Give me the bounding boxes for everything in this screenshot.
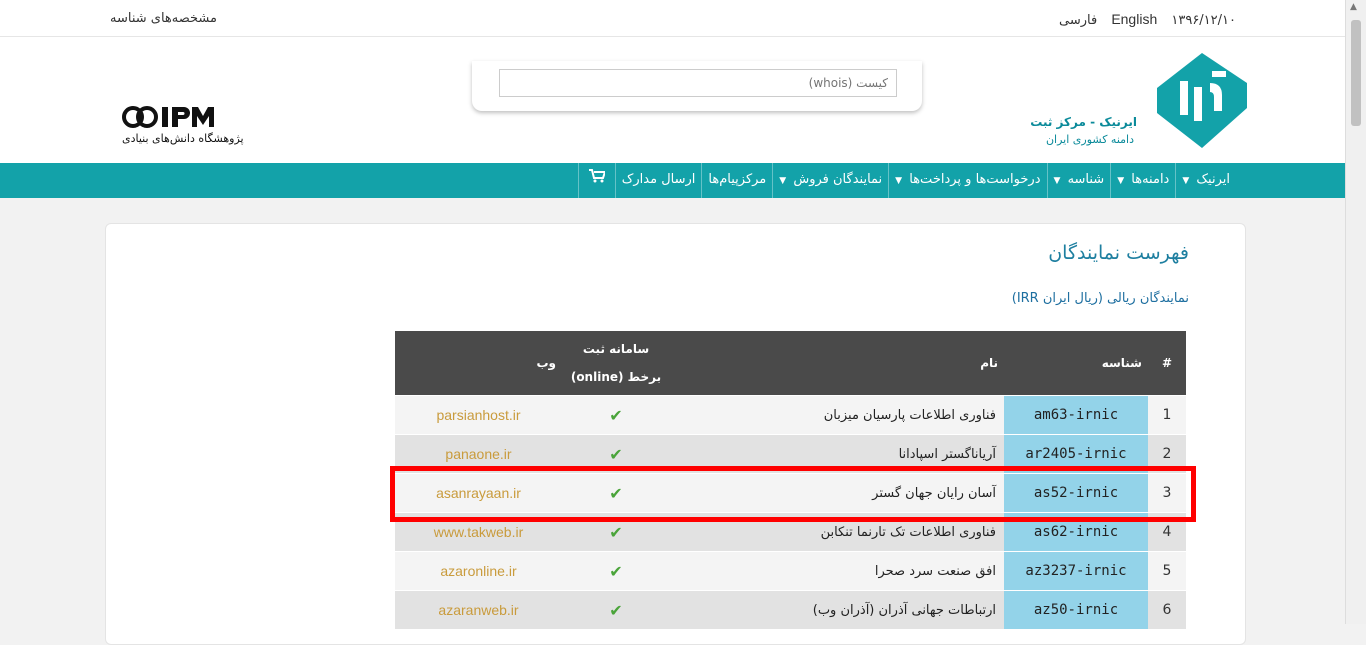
table-header-row: # شناسه نام سامانه ثبت برخط (online) وب [395, 331, 1186, 396]
lang-en-link[interactable]: English [1111, 11, 1157, 27]
row-name: فناوری اطلاعات پارسیان میزبان [670, 395, 1004, 435]
table-row: 3 as52-irnic آسان رایان جهان گستر ✔ asan… [395, 473, 1186, 513]
row-name: فناوری اطلاعات تک تارنما تنکابن [670, 512, 1004, 552]
caret-down-icon: ▼ [779, 176, 787, 186]
row-web-link[interactable]: azaranweb.ir [395, 590, 562, 629]
row-num: 2 [1148, 434, 1186, 474]
caret-down-icon: ▼ [1053, 176, 1061, 186]
top-right: فارسی English ۱۳۹۶/۱۲/۱۰ [1049, 11, 1236, 28]
row-id: az50-irnic [1004, 590, 1148, 629]
main-nav: ایرنیک ▼ دامنه‌ها ▼ شناسه ▼ درخواست‌ها و… [0, 163, 1346, 198]
scroll-thumb[interactable] [1351, 20, 1361, 126]
row-num: 5 [1148, 551, 1186, 591]
nav-irnic[interactable]: ایرنیک ▼ [1175, 163, 1236, 198]
row-name: آریاناگستر اسپادانا [670, 434, 1004, 474]
nav-domains[interactable]: دامنه‌ها ▼ [1110, 163, 1175, 198]
row-name: افق صنعت سرد صحرا [670, 551, 1004, 591]
account-link[interactable]: مشخصه‌های شناسه [110, 11, 217, 26]
row-id: am63-irnic [1004, 395, 1148, 435]
row-web-link[interactable]: www.takweb.ir [395, 512, 562, 552]
resellers-table: # شناسه نام سامانه ثبت برخط (online) وب … [395, 331, 1186, 629]
nav-resellers[interactable]: نمایندگان فروش ▼ [772, 163, 888, 198]
current-date: ۱۳۹۶/۱۲/۱۰ [1171, 13, 1236, 28]
row-name: آسان رایان جهان گستر [670, 473, 1004, 513]
caret-down-icon: ▼ [1117, 176, 1125, 186]
nav-send-documents[interactable]: ارسال مدارک [614, 163, 702, 198]
col-num: # [1148, 331, 1186, 396]
row-web-link[interactable]: asanrayaan.ir [395, 473, 562, 513]
content-panel: فهرست نمایندگان نمایندگان ریالی (ریال ای… [105, 223, 1246, 645]
row-web-link[interactable]: azaronline.ir [395, 551, 562, 591]
checkmark-icon: ✔ [562, 473, 670, 513]
table-row: 4 as62-irnic فناوری اطلاعات تک تارنما تن… [395, 512, 1186, 552]
col-id: شناسه [1004, 331, 1148, 396]
ipm-subtitle: پژوهشگاه دانش‌های بنیادی [122, 132, 244, 145]
nav-items: ایرنیک ▼ دامنه‌ها ▼ شناسه ▼ درخواست‌ها و… [577, 163, 1236, 198]
col-name: نام [670, 331, 1004, 396]
irnic-title: ایرنیک - مرکز ثبت [1030, 115, 1137, 129]
nav-handle[interactable]: شناسه ▼ [1046, 163, 1111, 198]
row-num: 4 [1148, 512, 1186, 552]
row-web-link[interactable]: panaone.ir [395, 434, 562, 474]
row-id: ar2405-irnic [1004, 434, 1148, 474]
row-id: as52-irnic [1004, 473, 1148, 513]
page-title: فهرست نمایندگان [1048, 242, 1189, 264]
section-subtitle: نمایندگان ریالی (ریال ایران IRR) [1011, 291, 1189, 306]
caret-down-icon: ▼ [895, 176, 903, 186]
whois-search-input[interactable] [499, 69, 897, 97]
col-web: وب [395, 331, 562, 396]
search-box [472, 61, 922, 111]
checkmark-icon: ✔ [562, 590, 670, 629]
checkmark-icon: ✔ [562, 395, 670, 435]
page-scrollbar[interactable]: ▲ [1345, 0, 1366, 624]
table-row: 5 az3237-irnic افق صنعت سرد صحرا ✔ azaro… [395, 551, 1186, 591]
col-online: سامانه ثبت برخط (online) [562, 331, 670, 396]
row-num: 3 [1148, 473, 1186, 513]
ipm-logo[interactable]: پژوهشگاه دانش‌های بنیادی [122, 104, 262, 154]
shopping-cart-icon[interactable] [577, 163, 615, 198]
ipm-logo-icon [122, 106, 214, 128]
nav-requests-payments[interactable]: درخواست‌ها و پرداخت‌ها ▼ [888, 163, 1046, 198]
table-row: 1 am63-irnic فناوری اطلاعات پارسیان میزب… [395, 395, 1186, 435]
row-web-link[interactable]: parsianhost.ir [395, 395, 562, 435]
row-id: as62-irnic [1004, 512, 1148, 552]
top-bar: مشخصه‌های شناسه فارسی English ۱۳۹۶/۱۲/۱۰ [0, 0, 1346, 37]
row-num: 1 [1148, 395, 1186, 435]
row-id: az3237-irnic [1004, 551, 1148, 591]
irnic-logo[interactable]: ایرنیک - مرکز ثبت دامنه کشوری ایران [1030, 53, 1252, 153]
checkmark-icon: ✔ [562, 512, 670, 552]
checkmark-icon: ✔ [562, 434, 670, 474]
table-row: 2 ar2405-irnic آریاناگستر اسپادانا ✔ pan… [395, 434, 1186, 474]
row-name: ارتباطات جهانی آذران (آذران وب) [670, 590, 1004, 629]
table-row: 6 az50-irnic ارتباطات جهانی آذران (آذران… [395, 590, 1186, 629]
scroll-up-arrow-icon[interactable]: ▲ [1350, 2, 1357, 12]
nav-message-center[interactable]: مرکزپیام‌ها [701, 163, 772, 198]
header: پژوهشگاه دانش‌های بنیادی ایرنیک - مرکز ث… [0, 37, 1346, 163]
irnic-subtitle: دامنه کشوری ایران [1045, 133, 1134, 146]
caret-down-icon: ▼ [1182, 176, 1190, 186]
row-num: 6 [1148, 590, 1186, 629]
checkmark-icon: ✔ [562, 551, 670, 591]
lang-fa-link[interactable]: فارسی [1059, 13, 1097, 28]
